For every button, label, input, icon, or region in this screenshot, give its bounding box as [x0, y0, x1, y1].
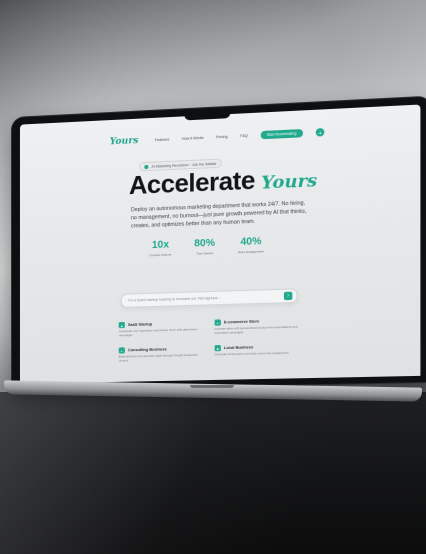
rocket-icon: ▴	[118, 321, 125, 329]
stat-value: 40%	[240, 235, 262, 249]
arrow-right-icon[interactable]: ➜	[315, 127, 325, 137]
pin-icon: ●	[214, 345, 221, 352]
stat-engagement: 40% More Engagement	[238, 236, 264, 254]
nav-link-how-it-works[interactable]: How it Works	[182, 136, 204, 141]
stat-time-saved: 80% Time Saved	[194, 238, 215, 256]
card-saas[interactable]: ▴ SaaS Startup Accelerate user acquisiti…	[118, 318, 204, 340]
card-consulting[interactable]: ▪ Consulting Business Build authority an…	[118, 344, 204, 365]
card-ecommerce[interactable]: ▪ E-commerce Store Increase sales with p…	[214, 315, 302, 337]
card-desc: Dominate local search and build communit…	[214, 350, 289, 357]
card-desc: Accelerate user acquisition and reduce c…	[118, 327, 198, 337]
prompt-placeholder[interactable]: I'm a SaaS startup looking to increase o…	[128, 294, 284, 303]
card-head: ● Local Business	[214, 343, 302, 352]
badge-text: AI Marketing Revolution · Join the Waitl…	[151, 161, 217, 169]
scene: Yours Features How it Works Pricing FAQ …	[0, 0, 426, 554]
site-nav: Yours Features How it Works Pricing FAQ …	[20, 119, 420, 154]
hero-subtitle: Deploy an autonomous marketing departmen…	[130, 200, 307, 230]
stat-value: 10x	[151, 239, 169, 252]
briefcase-icon: ▪	[118, 347, 125, 354]
stat-label: Time Saved	[196, 251, 213, 256]
floor-light	[0, 392, 426, 554]
laptop-screen: Yours Features How it Works Pricing FAQ …	[19, 104, 421, 384]
nav-link-faq[interactable]: FAQ	[240, 134, 248, 138]
hero-title: Accelerate	[128, 166, 255, 201]
laptop-hinge-gap	[190, 385, 234, 388]
card-title: E-commerce Store	[223, 319, 260, 325]
stat-label: More Engagement	[237, 249, 264, 255]
stats-row: 10x Content Volume 80% Time Saved 40% Mo…	[149, 236, 263, 257]
nav-link-features[interactable]: Features	[155, 137, 170, 142]
nav-link-pricing[interactable]: Pricing	[216, 135, 227, 140]
stat-content-volume: 10x Content Volume	[149, 239, 171, 257]
stat-value: 80%	[194, 237, 215, 250]
stat-label: Content Volume	[149, 252, 172, 258]
card-local[interactable]: ● Local Business Dominate local search a…	[214, 341, 302, 363]
prompt-input[interactable]: I'm a SaaS startup looking to increase o…	[120, 288, 298, 308]
card-desc: Build authority and generate leads throu…	[118, 352, 198, 363]
card-title: Consulting Business	[127, 347, 167, 353]
hero-script: Yours	[261, 170, 318, 194]
card-title: SaaS Startup	[127, 322, 153, 327]
site-logo[interactable]: Yours	[110, 136, 139, 147]
laptop-display: Yours Features How it Works Pricing FAQ …	[12, 96, 426, 390]
start-button[interactable]: Start Accelerating	[260, 129, 303, 140]
cart-icon: ▪	[214, 319, 221, 326]
use-case-cards: ▴ SaaS Startup Accelerate user acquisiti…	[118, 315, 302, 365]
badge-dot-icon	[144, 164, 149, 169]
send-icon[interactable]: ›	[283, 291, 293, 301]
card-desc: Increase sales with personalized product…	[214, 324, 298, 335]
card-title: Local Business	[223, 345, 254, 351]
